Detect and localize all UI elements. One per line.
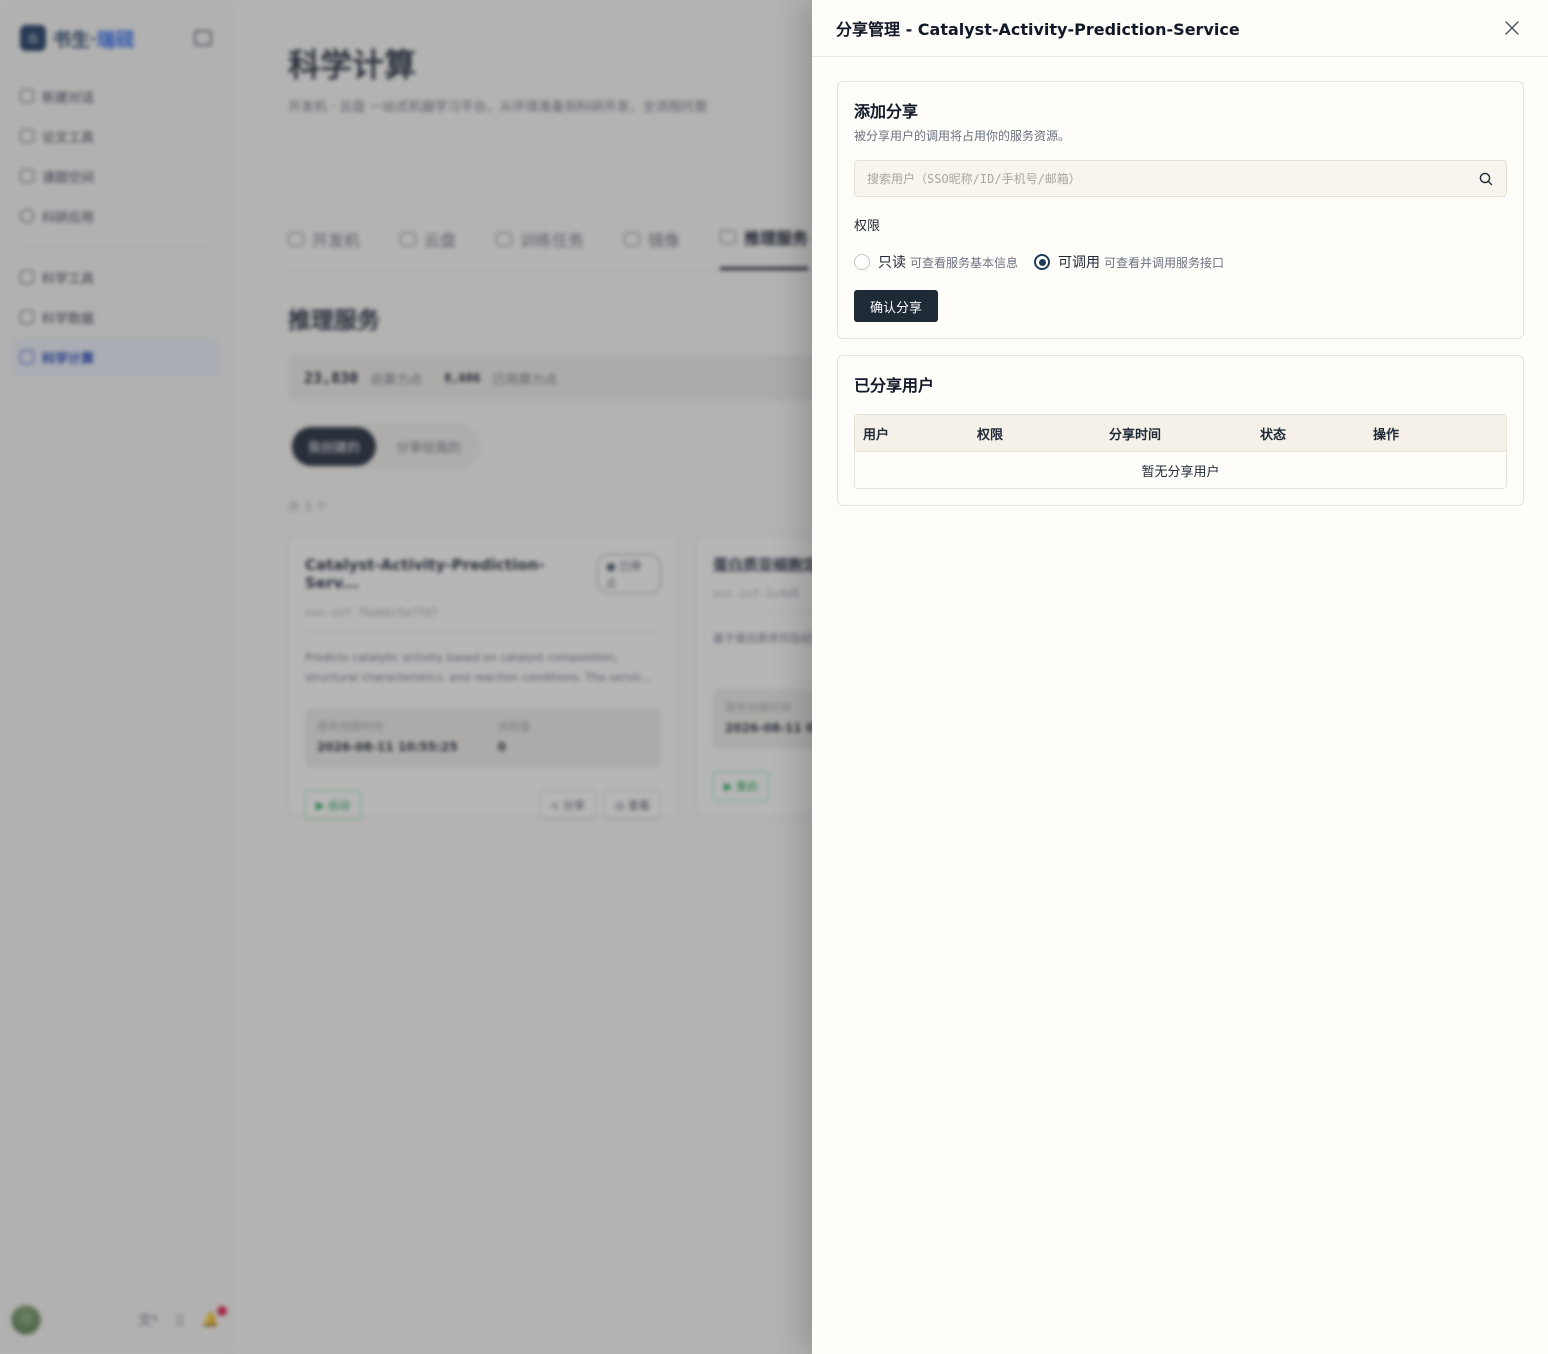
column-actions: 操作: [1373, 427, 1400, 443]
radio-callable-circle[interactable]: [1034, 254, 1051, 270]
column-share-time: 分享时间: [1109, 427, 1162, 443]
close-icon: [1505, 21, 1519, 35]
search-icon[interactable]: [1478, 171, 1494, 187]
share-drawer: 分享管理 - Catalyst-Activity-Prediction-Serv…: [812, 0, 1548, 1354]
user-search-box: [854, 160, 1507, 197]
shared-users-title: 已分享用户: [854, 376, 935, 395]
shared-users-panel: 已分享用户 用户 权限 分享时间 状态 操作 暂无分享用户: [837, 355, 1524, 506]
add-share-panel: 添加分享 被分享用户的调用将占用你的服务资源。 权限 只读 可查看服务基本信息 …: [837, 81, 1524, 339]
column-status: 状态: [1260, 427, 1287, 443]
shared-users-table: 用户 权限 分享时间 状态 操作 暂无分享用户: [854, 414, 1507, 489]
permission-label: 权限: [854, 219, 881, 234]
radio-readonly-hint: 可查看服务基本信息: [910, 255, 1019, 270]
radio-readonly[interactable]: 只读 可查看服务基本信息: [854, 252, 1018, 272]
close-button[interactable]: [1500, 16, 1524, 40]
confirm-share-button[interactable]: 确认分享: [854, 290, 939, 322]
column-user: 用户: [863, 427, 890, 443]
radio-callable-label: 可调用: [1058, 255, 1101, 271]
add-share-title: 添加分享: [854, 102, 919, 121]
radio-callable[interactable]: 可调用 可查看并调用服务接口: [1034, 252, 1224, 272]
radio-readonly-label: 只读: [878, 255, 906, 271]
drawer-header: 分享管理 - Catalyst-Activity-Prediction-Serv…: [812, 0, 1548, 57]
drawer-title: 分享管理 - Catalyst-Activity-Prediction-Serv…: [836, 20, 1240, 39]
permission-radio-group: 只读 可查看服务基本信息 可调用 可查看并调用服务接口: [854, 252, 1507, 272]
add-share-subtitle: 被分享用户的调用将占用你的服务资源。: [854, 129, 1071, 143]
column-permission: 权限: [977, 427, 1004, 443]
radio-callable-hint: 可查看并调用服务接口: [1104, 255, 1225, 270]
table-header: 用户 权限 分享时间 状态 操作: [855, 415, 1506, 452]
radio-readonly-circle[interactable]: [854, 254, 870, 270]
empty-state: 暂无分享用户: [855, 452, 1506, 488]
user-search-input[interactable]: [867, 171, 1478, 186]
